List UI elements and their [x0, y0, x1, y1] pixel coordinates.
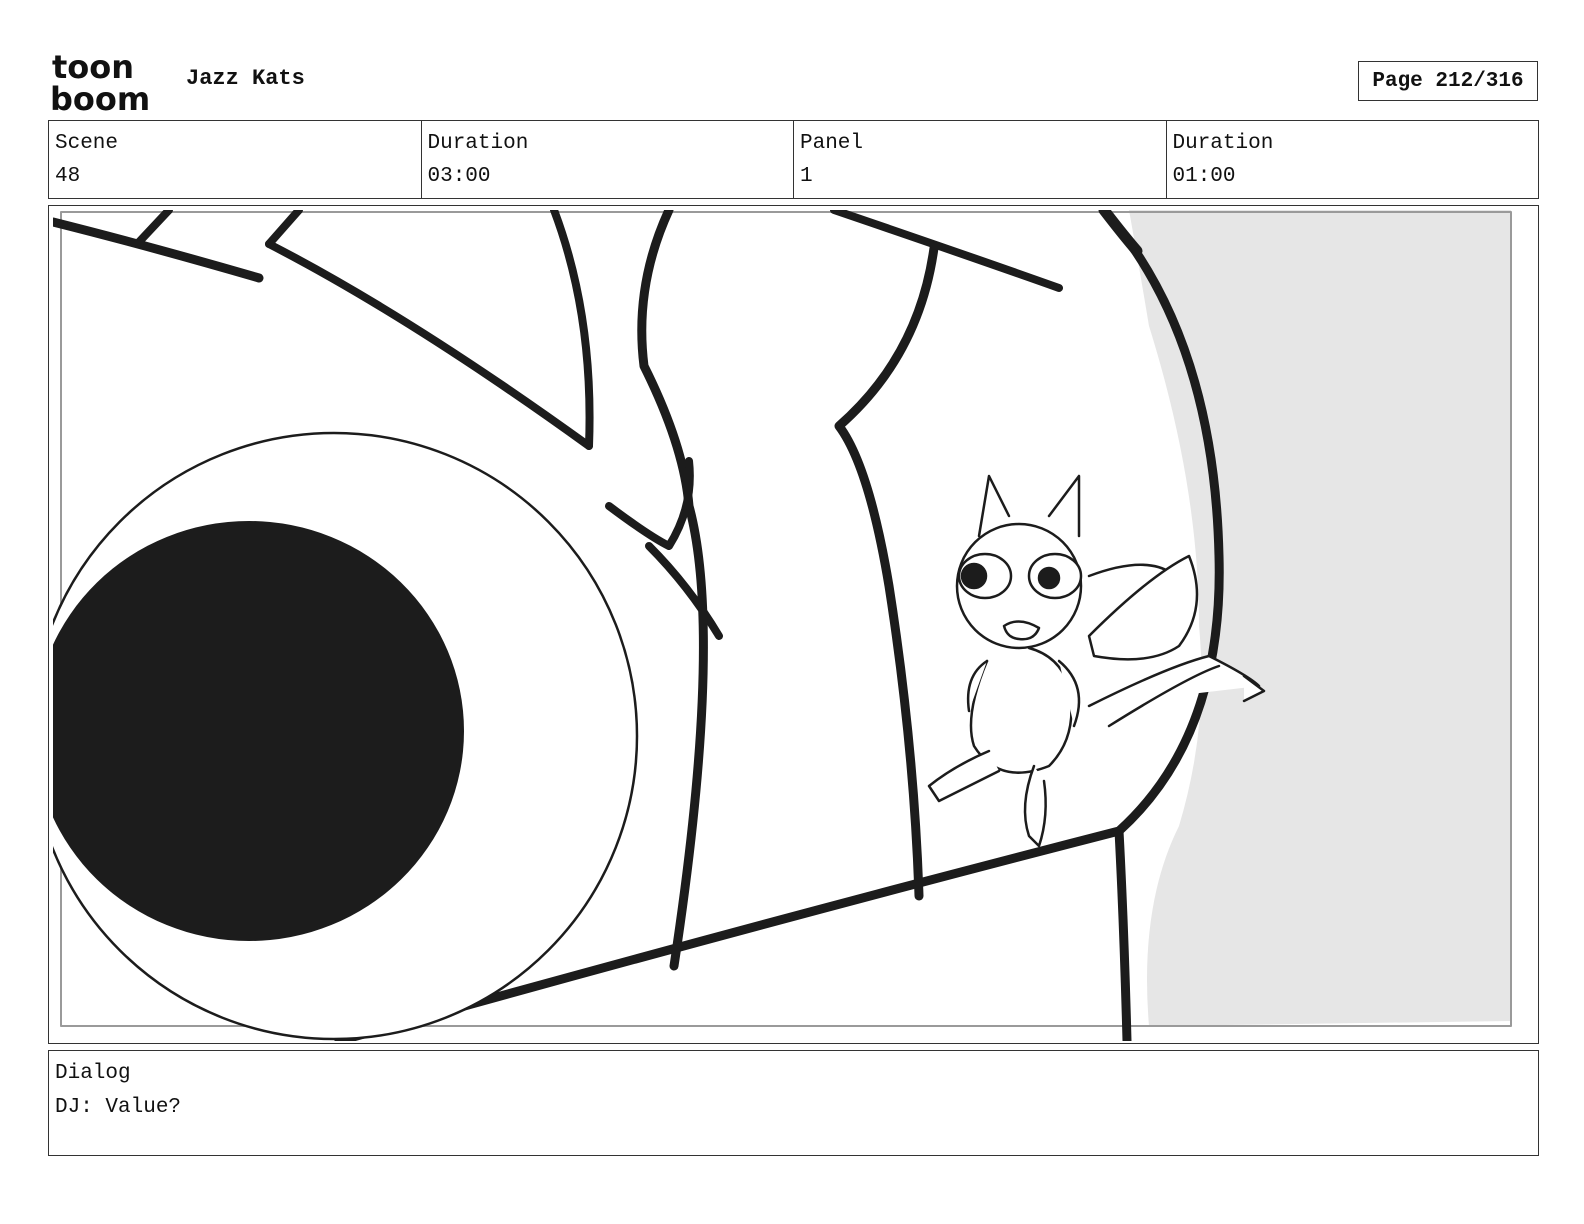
panel-duration-label: Duration [1172, 132, 1274, 155]
twig-1 [605, 457, 694, 550]
eye-pupil [53, 521, 464, 941]
page-number: Page 212/316 [1358, 61, 1538, 101]
panel-duration-value: 01:00 [1172, 165, 1236, 188]
scene-value: 48 [55, 165, 81, 188]
scene-duration-label: Duration [427, 132, 529, 155]
dialog-text: DJ: Value? [55, 1096, 182, 1119]
toon-boom-logo: toon boom [50, 50, 150, 112]
branch-line-3 [265, 240, 593, 450]
scene-cell: Scene 48 [49, 121, 422, 198]
project-title: Jazz Kats [186, 66, 305, 91]
trunk-right [834, 243, 939, 901]
scene-duration-value: 03:00 [427, 165, 491, 188]
dialog-label: Dialog [55, 1062, 131, 1085]
panel-drawing [53, 210, 1512, 1041]
branch-line-2 [135, 210, 173, 246]
storyboard-panel [48, 205, 1539, 1044]
trunk-left [637, 210, 708, 971]
dialog-box: Dialog DJ: Value? [48, 1050, 1539, 1156]
panel-duration-cell: Duration 01:00 [1167, 121, 1539, 198]
panel-label: Panel [800, 132, 864, 155]
trunk-top [830, 210, 1063, 292]
logo-text-bottom: boom [50, 80, 150, 112]
twig-2 [645, 542, 723, 640]
branch-line-4 [265, 210, 303, 248]
scene-info-row: Scene 48 Duration 03:00 Panel 1 Duration… [48, 120, 1539, 199]
panel-value: 1 [800, 165, 813, 188]
branch-line-1 [53, 217, 264, 283]
scene-label: Scene [55, 132, 119, 155]
panel-cell: Panel 1 [794, 121, 1167, 198]
branch-line-5 [550, 210, 594, 450]
branch-stem [1114, 826, 1132, 1041]
scene-duration-cell: Duration 03:00 [422, 121, 794, 198]
